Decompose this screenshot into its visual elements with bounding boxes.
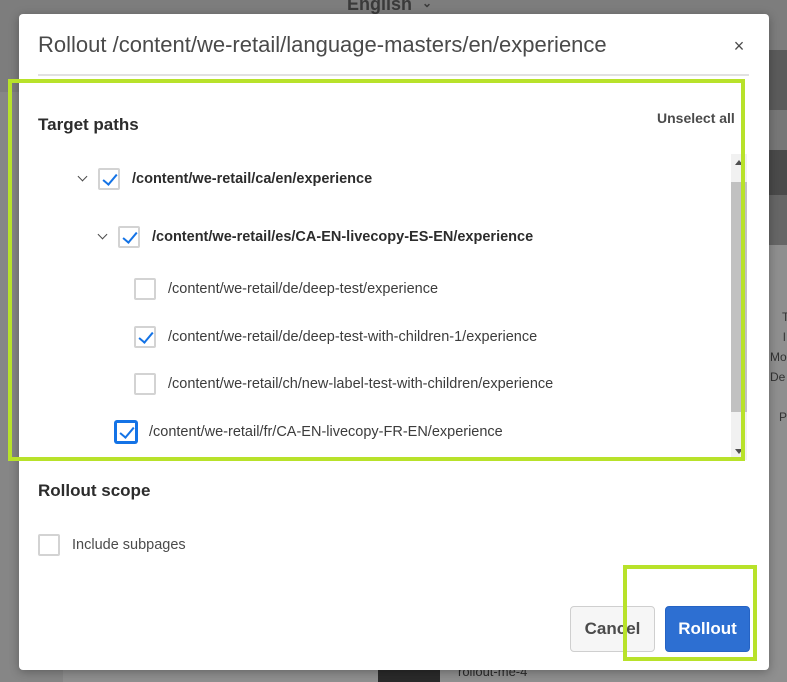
include-subpages-checkbox[interactable] [38, 534, 60, 556]
title-divider [38, 74, 749, 76]
background-thumbnail [378, 668, 440, 682]
background-thumbnail [768, 195, 787, 245]
include-subpages-label: Include subpages [72, 537, 186, 553]
background-text: De [770, 370, 786, 384]
rollout-button-highlight [623, 565, 757, 661]
dialog-title: Rollout /content/we-retail/language-mast… [38, 32, 607, 57]
close-icon[interactable]: × [729, 36, 749, 56]
background-text: Mo [770, 350, 787, 364]
chevron-down-icon: ⌄ [422, 0, 433, 10]
include-subpages-option[interactable]: Include subpages [38, 533, 186, 557]
language-label: English [347, 0, 413, 14]
language-selector: English ⌄ [347, 0, 432, 15]
background-thumbnail [768, 50, 787, 110]
background-thumbnail [768, 150, 787, 195]
rollout-scope-label: Rollout scope [38, 481, 151, 500]
background-text: l [783, 330, 786, 344]
target-paths-highlight [8, 79, 745, 461]
background-thumbnail [768, 110, 787, 150]
background-text: P [779, 410, 787, 424]
background-text: T [782, 310, 787, 324]
